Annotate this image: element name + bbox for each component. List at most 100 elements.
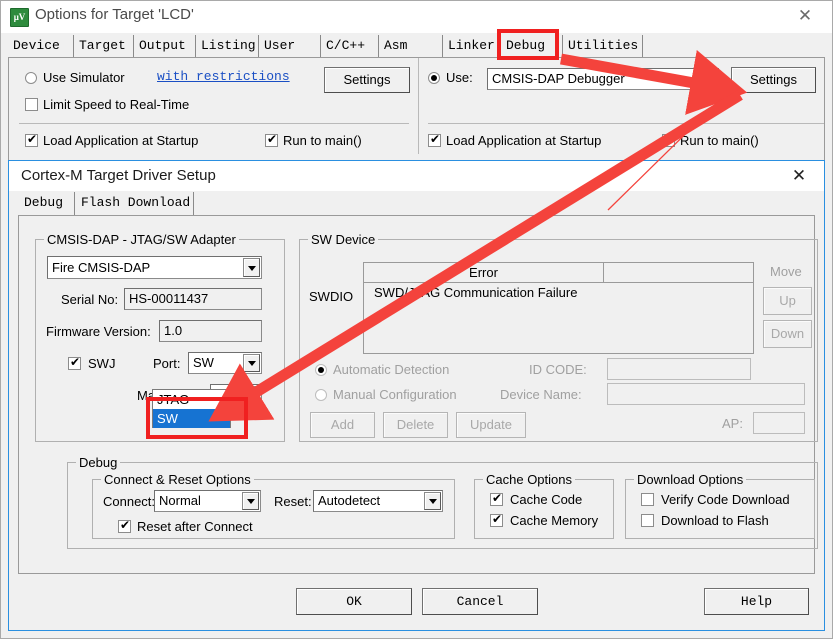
left-load-application-checkbox[interactable] (25, 132, 38, 147)
tab-asm[interactable]: Asm (379, 35, 443, 57)
cache-memory-checkbox[interactable] (490, 512, 503, 527)
chevron-down-icon[interactable] (700, 70, 717, 88)
cmsis-dap-adapter-group-label: CMSIS-DAP - JTAG/SW Adapter (44, 232, 239, 247)
limit-speed-checkbox[interactable] (25, 98, 38, 111)
ap-label: AP: (722, 416, 743, 431)
download-options-group-label: Download Options (634, 472, 747, 487)
close-icon[interactable]: ✕ (794, 6, 816, 26)
outer-tab-strip: Device Target Output Listing User C/C++ … (8, 35, 825, 58)
move-label: Move (770, 264, 802, 279)
connect-label: Connect: (103, 494, 156, 509)
cancel-button[interactable]: Cancel (422, 588, 538, 615)
reset-after-connect-checkbox[interactable] (118, 518, 131, 533)
connect-select[interactable]: Normal (154, 490, 261, 512)
automatic-detection-label: Automatic Detection (333, 362, 450, 377)
swdio-row-label: SWDIO (309, 289, 354, 304)
sw-device-group-label: SW Device (308, 232, 379, 247)
use-debugger-radio[interactable] (428, 72, 440, 84)
reset-label: Reset: (274, 494, 312, 509)
right-run-to-main-checkbox[interactable] (662, 132, 675, 147)
sw-device-table-header: Error (364, 263, 753, 283)
id-code-label: ID CODE: (529, 362, 587, 377)
debugger-select[interactable]: CMSIS-DAP Debugger (487, 68, 719, 90)
verify-code-download-label: Verify Code Download (661, 492, 790, 507)
right-load-application-checkbox[interactable] (428, 132, 441, 147)
tab-user[interactable]: User (259, 35, 321, 57)
delete-button[interactable]: Delete (383, 412, 448, 438)
adapter-select[interactable]: Fire CMSIS-DAP (47, 256, 262, 279)
inner-tab-debug[interactable]: Debug (18, 192, 75, 215)
help-button[interactable]: Help (704, 588, 809, 615)
port-option-sw[interactable]: SW (153, 409, 230, 428)
tab-linker[interactable]: Linker (443, 35, 501, 57)
tab-output[interactable]: Output (134, 35, 196, 57)
ap-field[interactable] (753, 412, 805, 434)
use-debugger-label: Use: (446, 70, 473, 85)
serial-no-field: HS-00011437 (124, 288, 262, 310)
verify-code-download-checkbox[interactable] (641, 493, 654, 506)
cache-options-group: Cache Options Cache Code Cache Memory (474, 472, 614, 539)
port-dropdown-popup[interactable]: JTAG SW (152, 389, 231, 428)
cache-options-group-label: Cache Options (483, 472, 575, 487)
add-button[interactable]: Add (310, 412, 375, 438)
tab-c-cpp[interactable]: C/C++ (321, 35, 379, 57)
reset-select[interactable]: Autodetect (313, 490, 443, 512)
table-row[interactable]: SWD/JTAG Communication Failure (364, 283, 577, 303)
inner-close-icon[interactable]: ✕ (788, 166, 810, 186)
move-up-button[interactable]: Up (763, 287, 812, 315)
sw-device-group: SW Device SWDIO Error SWD/JTAG Communica… (299, 232, 818, 442)
download-options-group: Download Options Verify Code Download Do… (625, 472, 815, 539)
manual-configuration-radio[interactable] (315, 389, 327, 401)
debugger-settings-button[interactable]: Settings (731, 67, 816, 93)
device-name-field[interactable] (607, 383, 805, 405)
port-select[interactable]: SW (188, 352, 262, 374)
reset-chevron-down-icon[interactable] (424, 492, 441, 510)
connect-reset-options-group: Connect & Reset Options Connect: Normal … (92, 472, 455, 539)
swj-checkbox[interactable] (68, 355, 81, 370)
device-name-label: Device Name: (500, 387, 582, 402)
port-chevron-down-icon[interactable] (243, 354, 260, 372)
tab-utilities[interactable]: Utilities (563, 35, 643, 57)
connect-reset-group-label: Connect & Reset Options (101, 472, 254, 487)
connect-chevron-down-icon[interactable] (242, 492, 259, 510)
download-to-flash-checkbox[interactable] (641, 514, 654, 527)
adapter-chevron-down-icon[interactable] (243, 258, 260, 277)
tab-device[interactable]: Device (8, 35, 74, 57)
id-code-field[interactable] (607, 358, 751, 380)
update-button[interactable]: Update (456, 412, 526, 438)
tab-debug[interactable]: Debug (501, 35, 563, 57)
simulator-settings-button[interactable]: Settings (324, 67, 410, 93)
port-option-jtag[interactable]: JTAG (153, 390, 230, 409)
inner-titlebar: Cortex-M Target Driver Setup ✕ (9, 161, 824, 191)
tab-listing[interactable]: Listing (196, 35, 259, 57)
tab-target[interactable]: Target (74, 35, 134, 57)
outer-window-title: Options for Target 'LCD' (35, 6, 194, 23)
port-select-value: SW (193, 355, 214, 370)
connect-select-value: Normal (159, 493, 201, 508)
use-simulator-label: Use Simulator (43, 70, 125, 85)
inner-tab-flash-download[interactable]: Flash Download (75, 192, 194, 215)
with-restrictions-link[interactable]: with restrictions (157, 69, 290, 84)
debugger-select-value: CMSIS-DAP Debugger (492, 71, 625, 86)
cache-memory-label: Cache Memory (510, 513, 599, 528)
cache-code-label: Cache Code (510, 492, 583, 507)
right-load-application-label: Load Application at Startup (446, 133, 602, 148)
automatic-detection-radio[interactable] (315, 364, 327, 376)
serial-no-label: Serial No: (61, 292, 119, 307)
cortex-m-target-driver-setup-dialog: Cortex-M Target Driver Setup ✕ Debug Fla… (8, 160, 825, 631)
ok-button[interactable]: OK (296, 588, 412, 615)
max-clock-chevron-down-icon[interactable] (243, 386, 260, 404)
manual-configuration-label: Manual Configuration (333, 387, 457, 402)
move-down-button[interactable]: Down (763, 320, 812, 348)
debug-options-group-label: Debug (76, 455, 121, 470)
inner-window-title: Cortex-M Target Driver Setup (21, 167, 216, 184)
port-label: Port: (153, 356, 181, 371)
left-run-to-main-checkbox[interactable] (265, 132, 278, 147)
use-simulator-radio[interactable] (25, 72, 37, 84)
firmware-version-field: 1.0 (159, 320, 262, 342)
cache-code-checkbox[interactable] (490, 491, 503, 506)
sw-device-table[interactable]: Error SWD/JTAG Communication Failure (363, 262, 754, 354)
left-horizontal-divider (19, 123, 409, 124)
left-load-application-label: Load Application at Startup (43, 133, 199, 148)
limit-speed-label: Limit Speed to Real-Time (43, 97, 190, 112)
